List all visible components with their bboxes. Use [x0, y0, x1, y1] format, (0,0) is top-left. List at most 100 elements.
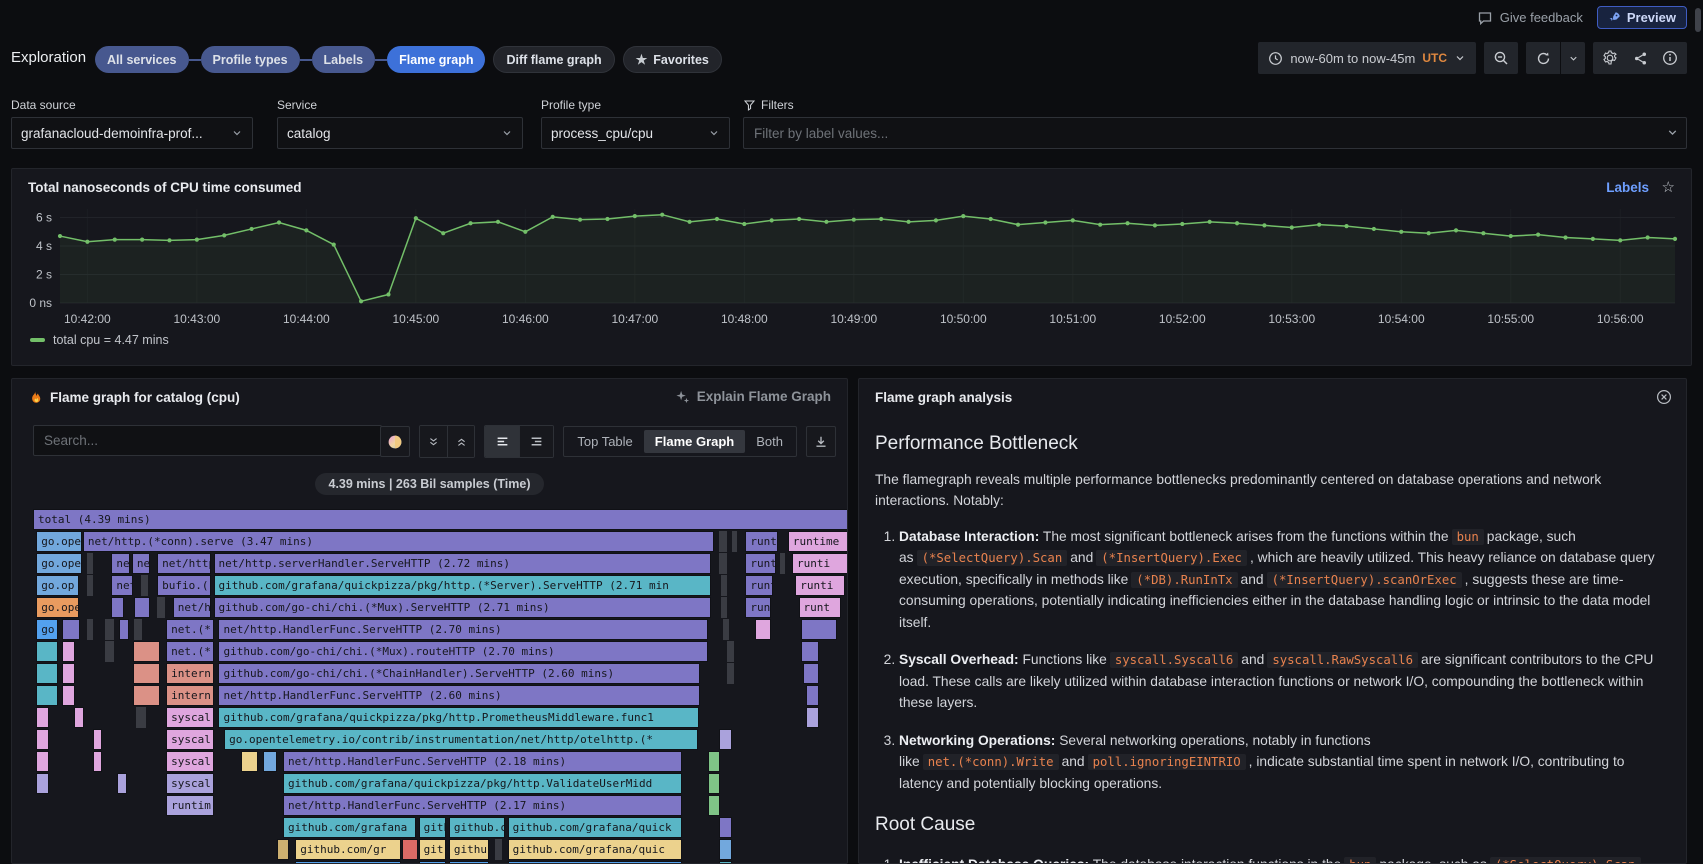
- flame-block[interactable]: go.ope: [36, 553, 82, 574]
- flame-block[interactable]: github.com/go-chi/chi.(*Mux).routeHTTP (…: [218, 641, 707, 662]
- align-right-button[interactable]: [519, 426, 553, 457]
- flame-block[interactable]: [806, 707, 819, 728]
- flame-block[interactable]: runt: [745, 575, 773, 596]
- flame-block[interactable]: [719, 817, 732, 838]
- flame-block[interactable]: [495, 839, 502, 860]
- flame-block[interactable]: github.com/go-chi/chi.(*Mux).ServeHTTP (…: [214, 597, 712, 618]
- flame-block[interactable]: [263, 751, 277, 772]
- flame-block[interactable]: [719, 531, 727, 552]
- flame-block[interactable]: net/http.HandlerFunc.ServeHTTP (2.70 min…: [218, 619, 707, 640]
- flame-block[interactable]: runt: [745, 531, 778, 552]
- flame-block[interactable]: [141, 575, 148, 596]
- chart-legend[interactable]: total cpu = 4.47 mins: [30, 333, 169, 347]
- view-option-flame-graph[interactable]: Flame Graph: [644, 430, 745, 453]
- flame-block[interactable]: github.com/gr: [295, 839, 400, 860]
- flame-block[interactable]: syscal: [166, 751, 213, 772]
- flame-block[interactable]: [62, 619, 80, 640]
- flame-block[interactable]: [36, 707, 48, 728]
- flame-block[interactable]: net/: [111, 553, 130, 574]
- flame-block[interactable]: ne: [132, 553, 150, 574]
- flame-block[interactable]: [780, 553, 786, 574]
- flame-block[interactable]: [136, 707, 146, 728]
- flame-block[interactable]: [241, 751, 258, 772]
- flame-block[interactable]: [62, 663, 74, 684]
- flame-block[interactable]: github.com/grafana/quickpizza/pkg/http.P…: [218, 707, 698, 728]
- flame-block[interactable]: bufio.(: [157, 575, 211, 596]
- explain-flame-graph-button[interactable]: Explain Flame Graph: [675, 389, 831, 404]
- favorite-star-icon[interactable]: ☆: [1662, 178, 1675, 196]
- scrollbar-thumb[interactable]: [1695, 8, 1701, 32]
- flame-block[interactable]: [62, 641, 74, 662]
- labels-link[interactable]: Labels: [1606, 180, 1649, 195]
- flame-block[interactable]: net/ht: [173, 597, 211, 618]
- flame-block[interactable]: go.ope: [36, 597, 78, 618]
- flame-block[interactable]: [36, 641, 58, 662]
- flame-block[interactable]: [806, 685, 819, 706]
- flame-block[interactable]: go.opentelemetry.io/contrib/instrumentat…: [224, 729, 698, 750]
- flame-block[interactable]: net/http.HandlerFunc.ServeHTTP (2.17 min…: [283, 795, 682, 816]
- refresh-button[interactable]: [1526, 42, 1560, 74]
- flame-block[interactable]: [87, 575, 93, 596]
- flame-block[interactable]: github.com/grafana/quickpizza/pkg/http.(…: [214, 575, 712, 596]
- tab-profile-types[interactable]: Profile types: [201, 46, 300, 73]
- flame-block[interactable]: runtime: [788, 531, 848, 552]
- flame-block[interactable]: [157, 597, 165, 618]
- expand-all-button[interactable]: [447, 426, 474, 457]
- flame-block[interactable]: intern: [166, 663, 213, 684]
- flame-block[interactable]: intern: [166, 685, 213, 706]
- flame-block[interactable]: [87, 553, 93, 574]
- flame-block[interactable]: [133, 641, 160, 662]
- flame-block[interactable]: [133, 685, 160, 706]
- give-feedback-button[interactable]: Give feedback: [1477, 10, 1583, 26]
- profile-type-select[interactable]: process_cpu/cpu: [541, 117, 730, 149]
- flame-block[interactable]: [36, 685, 58, 706]
- collapse-all-button[interactable]: [420, 426, 447, 457]
- flame-block[interactable]: net.(*: [166, 619, 213, 640]
- flame-block[interactable]: net: [111, 575, 133, 596]
- tab-diff-flame-graph[interactable]: Diff flame graph: [493, 46, 614, 73]
- flame-block[interactable]: net/http.(*conn).serve (3.47 mins): [83, 531, 715, 552]
- flame-block[interactable]: [723, 619, 730, 640]
- time-range-picker[interactable]: now-60m to now-45m UTC: [1258, 42, 1476, 74]
- flame-block[interactable]: [801, 619, 837, 640]
- label-filter-input[interactable]: [743, 117, 1687, 149]
- flame-block[interactable]: [134, 597, 150, 618]
- flame-block[interactable]: github.com/grafana: [283, 817, 416, 838]
- cpu-time-chart[interactable]: 0 ns2 s4 s6 s10:42:0010:43:0010:44:0010:…: [20, 199, 1685, 339]
- flame-block[interactable]: git: [419, 839, 446, 860]
- flame-block[interactable]: net/http.serverHandler.ServeHTTP (2.72 m…: [214, 553, 712, 574]
- flame-block[interactable]: [727, 663, 734, 684]
- flame-block[interactable]: [117, 773, 127, 794]
- view-option-both[interactable]: Both: [745, 430, 794, 453]
- flame-block[interactable]: [277, 839, 288, 860]
- flame-block[interactable]: gith: [419, 817, 446, 838]
- flame-block[interactable]: go.op: [36, 575, 78, 596]
- flame-block[interactable]: [105, 619, 114, 640]
- flame-block[interactable]: github: [449, 839, 489, 860]
- flame-block[interactable]: [719, 729, 731, 750]
- align-left-button[interactable]: [485, 426, 519, 457]
- zoom-out-button[interactable]: [1484, 42, 1518, 74]
- flame-block[interactable]: runt: [745, 597, 770, 618]
- flame-block[interactable]: go.ope: [36, 531, 82, 552]
- flame-block[interactable]: runti: [792, 553, 848, 574]
- preview-badge[interactable]: Preview: [1597, 6, 1687, 29]
- flame-block[interactable]: [133, 663, 160, 684]
- flame-block[interactable]: runt: [799, 597, 841, 618]
- flame-block[interactable]: github.com/grafana/quic: [508, 839, 682, 860]
- flame-block[interactable]: [719, 839, 732, 860]
- flame-block[interactable]: [708, 751, 720, 772]
- flame-block[interactable]: total (4.39 mins): [33, 509, 848, 530]
- info-button[interactable]: [1655, 42, 1685, 74]
- flame-block[interactable]: [36, 773, 48, 794]
- flame-block[interactable]: [62, 685, 74, 706]
- flame-block[interactable]: [93, 751, 102, 772]
- color-scheme-button[interactable]: [380, 426, 410, 457]
- view-option-top-table[interactable]: Top Table: [566, 430, 643, 453]
- flame-block[interactable]: [755, 619, 771, 640]
- flame-block[interactable]: [74, 707, 84, 728]
- tab-flame-graph[interactable]: Flame graph: [387, 46, 485, 73]
- refresh-interval-dropdown[interactable]: [1561, 42, 1585, 74]
- flame-block[interactable]: [87, 619, 93, 640]
- flame-block[interactable]: [719, 553, 727, 574]
